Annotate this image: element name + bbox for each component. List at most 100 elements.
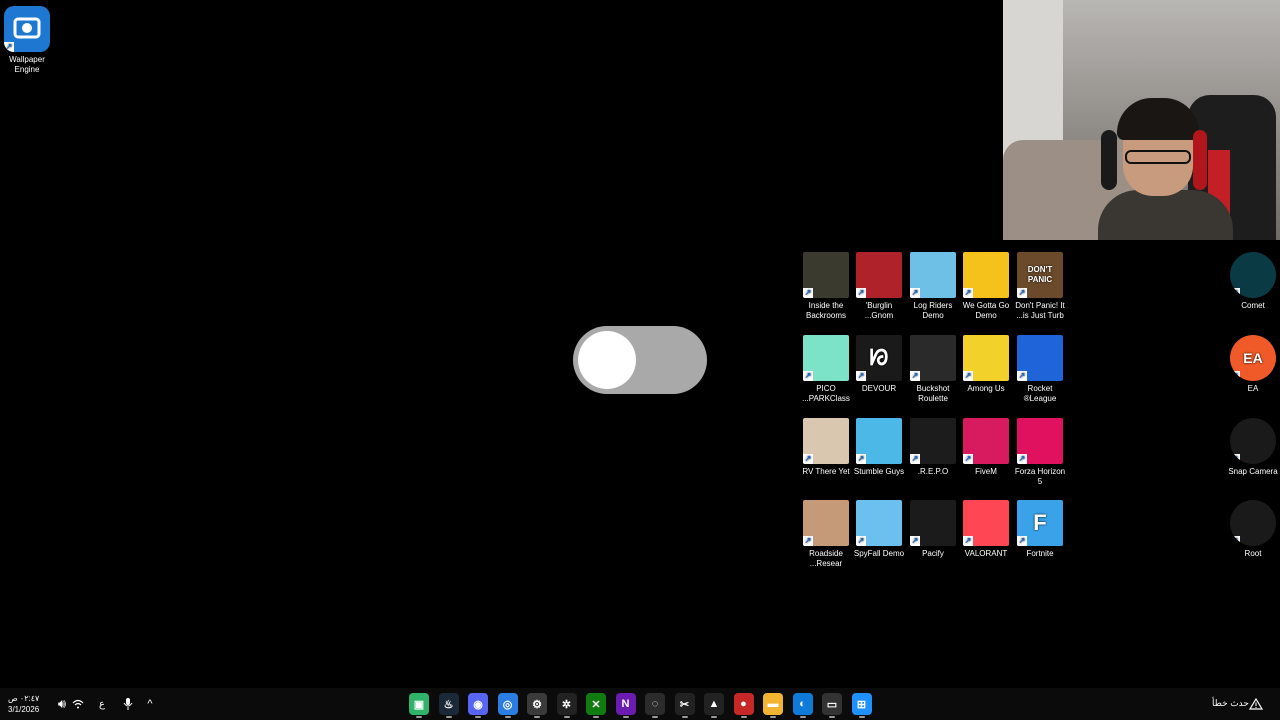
taskbar-steelseries[interactable]: ✲ — [556, 693, 577, 718]
desktop-icon-label: Snap Camera — [1228, 467, 1278, 476]
desktop-icon-label: Forza Horizon 5 — [1014, 467, 1066, 486]
edge-icon: ◐ — [799, 698, 806, 710]
desktop-icon-label: Log Riders Demo — [913, 301, 953, 320]
desktop-icon-game[interactable]: ᘗ ↗ DEVOUR — [850, 335, 908, 394]
taskbar-app-red[interactable]: ● — [733, 693, 754, 718]
desktop-icon-label: DEVOUR — [861, 384, 897, 393]
obs-icon: ◌ — [651, 698, 659, 710]
desktop-icon-game[interactable]: ↗ Pacify — [904, 500, 962, 559]
desktop-icon-game[interactable]: F ↗ Fortnite — [1011, 500, 1069, 559]
capcut-icon: ✂ — [679, 698, 690, 711]
pacify-icon: ↗ — [910, 500, 956, 546]
backrooms-icon: ↗ — [803, 252, 849, 298]
roadside-icon: ↗ — [803, 500, 849, 546]
taskbar-task-view[interactable]: ▭ — [822, 693, 842, 718]
windows-start-icon: ⊞ — [856, 698, 867, 711]
language-indicator[interactable]: ع — [92, 694, 112, 714]
desktop-icon-game[interactable]: ↗ Log Riders Demo — [904, 252, 962, 321]
desktop-icon-label: PICO ...PARKClass — [802, 384, 850, 403]
taskbar-nzxt[interactable]: N — [615, 693, 636, 718]
desktop-icon-game[interactable]: ↗ Roadside ...Resear — [797, 500, 855, 569]
desktop-icon-game[interactable]: ↗ Rocket ®League — [1011, 335, 1069, 404]
desktop-icon-label: Pacify — [922, 549, 944, 558]
desktop-icon-label: Roadside ...Resear — [809, 549, 843, 568]
desktop-icon-label: Buckshot Roulette — [916, 384, 950, 403]
nzxt-icon: N — [621, 698, 630, 710]
taskbar-obs[interactable]: ◌ — [645, 693, 665, 718]
desktop-icon-snap-camera[interactable]: ↗ Snap Camera — [1224, 418, 1280, 477]
toggle-knob[interactable] — [578, 331, 636, 389]
taskbar-edge[interactable]: ◐ — [792, 693, 813, 718]
microphone-icon[interactable] — [118, 694, 138, 714]
taskbar-app-green[interactable]: ▣ — [409, 693, 429, 718]
desktop-icon-game[interactable]: ↗ We Gotta Go Demo — [957, 252, 1015, 321]
taskbar-capcut[interactable]: ✂ — [674, 693, 695, 718]
wifi-icon[interactable] — [68, 694, 88, 714]
clock-date: 3/1/2026 — [8, 705, 40, 714]
green-app-icon: ▣ — [413, 698, 425, 711]
snap-camera-icon: ↗ — [1230, 418, 1276, 464]
desktop-icon-game[interactable]: ↗ PICO ...PARKClass — [797, 335, 855, 404]
valorant-icon: ↗ — [963, 500, 1009, 546]
desktop-icon-label: Comet — [1241, 301, 1265, 310]
desktop-icon-ea[interactable]: EA ↗ EA — [1224, 335, 1280, 394]
desktop-icon-label: .R.E.P.O — [917, 467, 949, 476]
desktop-icon-game[interactable]: ↗ Among Us — [957, 335, 1015, 394]
xbox-icon: ✕ — [591, 698, 601, 711]
among-us-icon: ↗ — [963, 335, 1009, 381]
desktop-icon-game[interactable]: DON'T PANIC ↗ Don't Panic! It ...is Just T… — [1011, 252, 1069, 321]
taskbar-steam[interactable]: ♨ — [438, 693, 459, 718]
webcam-overlay — [1003, 0, 1280, 240]
forza-icon: ↗ — [1017, 418, 1063, 464]
desktop-icon-label: VALORANT — [964, 549, 1008, 558]
taskbar-app-tent[interactable]: ▲ — [704, 693, 724, 718]
desktop-icon-label: 'Burglin ...Gnom — [864, 301, 894, 320]
clock[interactable]: ٠٢:٤٧ ص 3/1/2026 — [8, 693, 39, 715]
desktop-icon-game[interactable]: ↗ Buckshot Roulette — [904, 335, 962, 404]
desktop-icon-game[interactable]: ↗ Forza Horizon 5 — [1011, 418, 1069, 487]
stumble-guys-icon: ↗ — [856, 418, 902, 464]
taskbar-xbox[interactable]: ✕ — [586, 693, 606, 718]
desktop-icon-label: Root — [1244, 549, 1262, 558]
desktop-icon-game[interactable]: ↗ VALORANT — [957, 500, 1015, 559]
dont-panic-icon: DON'T PANIC ↗ — [1017, 252, 1063, 298]
desktop-icon-label: Fortnite — [1026, 549, 1054, 558]
status-text[interactable]: حدث خطأ — [1212, 698, 1249, 709]
desktop-icon-label: Stumble Guys — [853, 467, 905, 476]
devour-icon: ᘗ ↗ — [856, 335, 902, 381]
warning-icon[interactable] — [1246, 694, 1266, 714]
desktop-icon-game[interactable]: ↗ 'Burglin ...Gnom — [850, 252, 908, 321]
desktop-icon-label: Among Us — [967, 384, 1005, 393]
desktop-icon-label: We Gotta Go Demo — [962, 301, 1010, 320]
spyfall-icon: ↗ — [856, 500, 902, 546]
desktop-icon-game[interactable]: ↗ .R.E.P.O — [904, 418, 962, 477]
fivem-icon: ↗ — [963, 418, 1009, 464]
taskbar-file-explorer[interactable]: ▬ — [763, 693, 783, 718]
wallpaper-engine-icon: ↗ — [4, 6, 50, 52]
taskbar-chrome[interactable]: ◎ — [497, 693, 518, 718]
desktop-icon-game[interactable]: ↗ Stumble Guys — [850, 418, 908, 477]
toggle-switch[interactable] — [573, 326, 707, 394]
desktop-icon-game[interactable]: ↗ Inside the Backrooms — [797, 252, 855, 321]
chrome-icon: ◎ — [502, 698, 513, 711]
gear-icon: ⚙ — [532, 698, 542, 711]
clock-time: ٠٢:٤٧ ص — [8, 694, 40, 703]
ea-icon: EA ↗ — [1230, 335, 1276, 381]
desktop-icon-root[interactable]: ↗ Root — [1224, 500, 1280, 559]
chevron-up-icon[interactable]: ^ — [140, 694, 160, 714]
desktop-icon-comet[interactable]: ↗ Comet — [1224, 252, 1280, 311]
folder-icon: ▬ — [767, 698, 779, 710]
desktop-icon-game[interactable]: ↗ RV There Yet — [797, 418, 855, 477]
desktop-icon-wallpaper-engine[interactable]: ↗ Wallpaper Engine — [0, 6, 56, 75]
desktop-icon-label: Wallpaper Engine — [9, 55, 45, 74]
taskbar: ٠٢:٤٧ ص 3/1/2026 🔊︎ ع ^ ▣ ♨ ◉ ◎ ⚙ ✲ ✕ N ◌ ✂ ▲ ● ▬ ◐ ▭ ⊞… — [0, 688, 1280, 720]
taskbar-start[interactable]: ⊞ — [851, 693, 872, 718]
desktop-icon-game[interactable]: ↗ FiveM — [957, 418, 1015, 477]
taskbar-settings[interactable]: ⚙ — [527, 693, 547, 718]
pico-park-icon: ↗ — [803, 335, 849, 381]
taskbar-discord[interactable]: ◉ — [468, 693, 488, 718]
screaming-face-icon: ↗ — [963, 252, 1009, 298]
fortnite-icon: F ↗ — [1017, 500, 1063, 546]
desktop-icon-game[interactable]: ↗ SpyFall Demo — [850, 500, 908, 559]
desktop-icon-label: SpyFall Demo — [853, 549, 905, 558]
